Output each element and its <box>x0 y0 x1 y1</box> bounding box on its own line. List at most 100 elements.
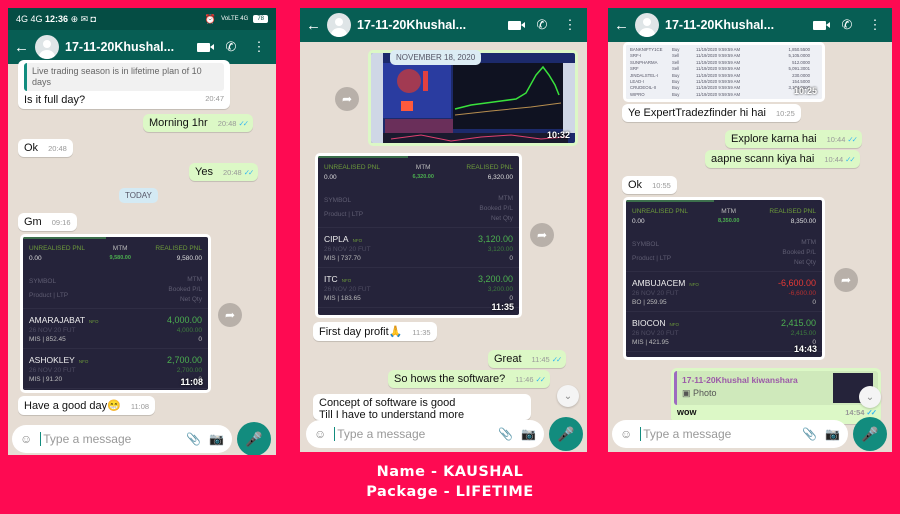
realised-value: 9,580.00 <box>176 255 202 262</box>
message-placeholder[interactable]: Type a message <box>40 432 178 446</box>
message-placeholder[interactable]: Type a message <box>334 427 490 441</box>
emoji-icon[interactable]: ☺ <box>620 427 632 441</box>
position-row: GRASIMNFO 6,1 <box>626 352 822 360</box>
booked-pl: 4,000.00 <box>176 327 202 334</box>
mic-icon[interactable]: 🎤 <box>549 417 583 451</box>
mic-icon[interactable]: 🎤 <box>237 422 271 455</box>
message-incoming[interactable]: Ok 10:55 <box>622 176 677 194</box>
video-icon[interactable] <box>192 40 214 55</box>
product-ltp: MIS | 852.45 <box>29 336 66 343</box>
emoji-icon[interactable]: ☺ <box>314 427 326 441</box>
trade-list-image[interactable]: BANKNIFTY1CE Buy 11/19/2020 9:59:59 AM 1,85… <box>623 42 825 102</box>
message-input[interactable]: ☺ Type a message 📎 📷 <box>306 420 544 448</box>
message-outgoing[interactable]: Yes 20:48 ✓✓ <box>189 163 259 181</box>
message-outgoing[interactable]: aapne scann kiya hai 10:44 ✓✓ <box>705 150 860 168</box>
arrow-left-icon[interactable]: ← <box>306 17 321 34</box>
scroll-down-icon[interactable]: ⌄ <box>557 385 579 407</box>
message-time: 11:46 <box>515 375 534 384</box>
expiry: 26 NOV 20 FUT <box>632 290 679 297</box>
phone-icon[interactable]: ✆ <box>220 39 242 55</box>
chat-screenshot-3: ← 17-11-20Khushal... ✆ ⋮ BANKNIFTY1CE Buy… <box>608 8 892 452</box>
camera-icon[interactable]: 📷 <box>209 432 224 446</box>
notification-icons: ⊕ ✉ ◘ <box>70 13 97 24</box>
status-bar: 4G 4G 12:36 ⊕ ✉ ◘ ⏰ VoLTE 4G 78 <box>8 8 276 30</box>
double-check-icon: ✓✓ <box>845 155 855 164</box>
pnl-screenshot-image[interactable]: UNREALISED PNL 0.00 MTM 9,580.00 REALISED … <box>20 234 211 393</box>
more-vert-icon[interactable]: ⋮ <box>864 17 886 33</box>
pnl-screenshot-image[interactable]: UNREALISED PNL 0.00 MTM 8,350.00 REALISED … <box>623 197 825 360</box>
date-divider: TODAY <box>119 188 158 203</box>
forward-icon[interactable]: ➦ <box>834 268 858 292</box>
message-outgoing[interactable]: Great 11:45 ✓✓ <box>488 350 567 368</box>
column-headers: SYMBOL Product | LTP MTM Booked P/L Net Qty <box>23 269 208 309</box>
paperclip-icon[interactable]: 📎 <box>802 427 817 441</box>
paperclip-icon[interactable]: 📎 <box>498 427 513 441</box>
more-vert-icon[interactable]: ⋮ <box>248 39 270 55</box>
mtm-header: MTM <box>187 276 202 283</box>
message-input[interactable]: ☺ Type a message 📎 📷 <box>612 420 848 448</box>
expiry: 26 NOV 20 FUT <box>29 327 76 334</box>
mtm-value: 9,580.00 <box>109 255 131 261</box>
forward-icon[interactable]: ➦ <box>218 303 242 327</box>
message-incoming[interactable]: Ye ExpertTradezfinder hi hai 10:25 <box>622 104 801 122</box>
avatar[interactable] <box>635 13 659 37</box>
message-text: So hows the software? <box>394 373 506 385</box>
avatar[interactable] <box>327 13 351 37</box>
realised-value: 6,320.00 <box>487 174 513 181</box>
quoted-photo[interactable]: 17-11-20Khushal kiwanshara ▣ Photo <box>674 371 878 405</box>
message-placeholder[interactable]: Type a message <box>640 427 794 441</box>
message-outgoing[interactable]: Explore karna hai 10:44 ✓✓ <box>725 130 862 148</box>
message-incoming[interactable]: Gm 09:16 <box>18 213 77 231</box>
message-time: 09:16 <box>51 218 71 227</box>
message-time: 20:48 <box>48 144 67 153</box>
message-incoming-quoted[interactable]: Live trading season is in lifetime plan … <box>18 60 230 109</box>
video-icon[interactable] <box>503 18 525 33</box>
arrow-left-icon[interactable]: ← <box>14 39 29 56</box>
message-incoming[interactable]: First day profit🙏 11:35 <box>313 322 437 341</box>
message-incoming[interactable]: Have a good day😁 11:08 <box>18 396 156 415</box>
scroll-down-icon[interactable]: ⌄ <box>859 386 881 408</box>
message-outgoing[interactable]: Morning 1hr 20:48 ✓✓ <box>143 114 254 132</box>
contact-name[interactable]: 17-11-20Khushal... <box>357 18 497 32</box>
position-row: ITC NFO 26 NOV 20 FUT MIS | 183.65 3,200.00… <box>318 268 519 308</box>
avatar[interactable] <box>35 35 59 59</box>
exchange-tag: NFO <box>341 277 352 283</box>
mtm-value: 2,700.00 <box>166 355 202 365</box>
message-input[interactable]: ☺ Type a message 📎 📷 <box>12 425 232 453</box>
message-outgoing[interactable]: So hows the software? 11:46 ✓✓ <box>388 370 551 388</box>
message-incoming[interactable]: Ok 20:48 <box>18 139 73 157</box>
net-qty: 0 <box>509 255 513 262</box>
symbol: GRASIM <box>632 358 666 360</box>
more-vert-icon[interactable]: ⋮ <box>559 17 581 33</box>
unrealised-label: UNREALISED PNL <box>632 208 688 215</box>
forward-icon[interactable]: ➦ <box>530 223 554 247</box>
message-outgoing-reply[interactable]: 17-11-20Khushal kiwanshara ▣ Photo wow 14:… <box>671 368 881 424</box>
emoji-icon[interactable]: ☺ <box>20 432 32 446</box>
net-qty: 0 <box>812 299 816 306</box>
contact-name[interactable]: 17-11-20Khushal... <box>65 40 186 54</box>
trade-cell: WIPRO <box>630 91 645 97</box>
column-headers: SYMBOL Product | LTP MTM Booked P/L Net Qty <box>318 188 519 228</box>
quoted-message[interactable]: Live trading season is in lifetime plan … <box>24 63 224 91</box>
exchange-tag: NFO <box>669 321 680 327</box>
camera-icon[interactable]: 📷 <box>521 427 536 441</box>
camera-icon[interactable]: 📷 <box>825 427 840 441</box>
contact-name[interactable]: 17-11-20Khushal... <box>665 18 802 32</box>
mtm-value: 6,1 <box>803 358 816 360</box>
paperclip-icon[interactable]: 📎 <box>186 432 201 446</box>
message-incoming[interactable]: Concept of software is good Till I have t… <box>313 394 531 420</box>
message-text: Have a good day😁 <box>24 400 121 412</box>
pnl-screenshot-image[interactable]: UNREALISED PNL 0.00 MTM 6,320.00 REALISED … <box>315 153 522 318</box>
position-row: AMBUJACEM NFO 26 NOV 20 FUT BO | 259.95 -6,… <box>626 272 822 312</box>
mic-icon[interactable]: 🎤 <box>853 417 887 451</box>
exchange-tag: NFO <box>89 318 99 324</box>
video-icon[interactable] <box>808 18 830 33</box>
forward-icon[interactable]: ➦ <box>335 87 359 111</box>
message-time: 11:35 <box>412 328 431 337</box>
arrow-left-icon[interactable]: ← <box>614 17 629 34</box>
phone-icon[interactable]: ✆ <box>836 17 858 33</box>
phone-icon[interactable]: ✆ <box>531 17 553 33</box>
booked-pl: 2,415.00 <box>790 330 816 337</box>
message-time: 10:44 <box>824 155 844 164</box>
booked-pl: -6,600.00 <box>788 290 816 297</box>
